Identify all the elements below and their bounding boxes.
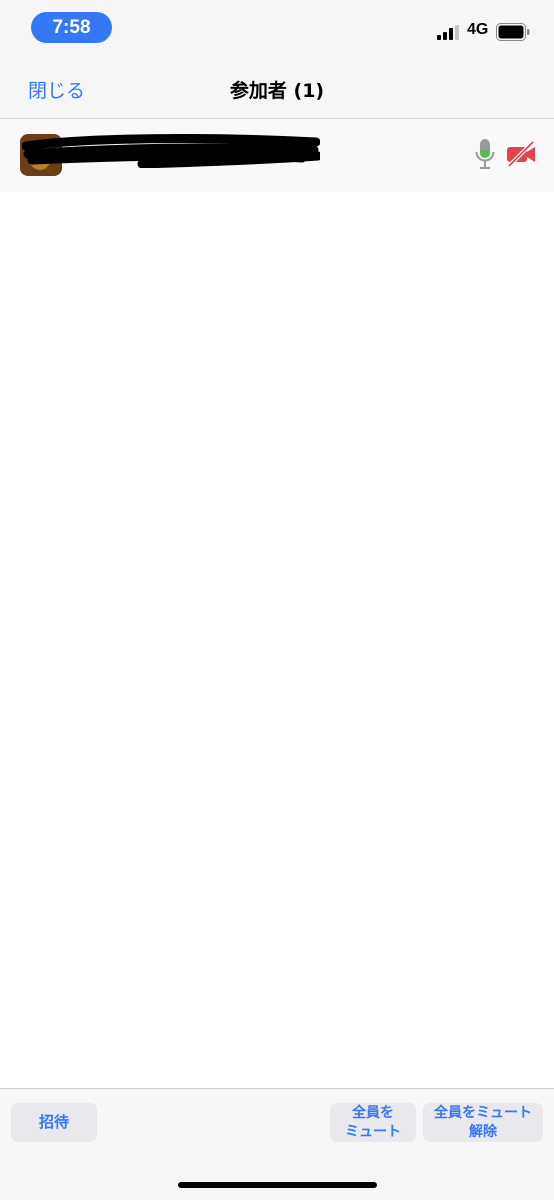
battery-icon [496,23,530,41]
home-indicator[interactable] [178,1182,377,1188]
page-title: 参加者 (1) [229,80,325,102]
invite-button[interactable]: 招待 [11,1103,97,1142]
unmute-all-button[interactable]: 全員をミュート 解除 [423,1103,543,1142]
status-time: 7:58 [31,12,112,43]
mute-all-button[interactable]: 全員を ミュート [330,1103,416,1142]
cellular-signal-icon [437,24,461,40]
microphone-icon[interactable] [474,138,496,170]
video-off-icon[interactable] [505,140,537,168]
network-type: 4G [467,21,489,38]
redaction-scribble [22,134,320,168]
status-bar: 7:58 4G [0,0,554,56]
navigation-bar: 閉じる 参加者 (1) [0,56,554,119]
